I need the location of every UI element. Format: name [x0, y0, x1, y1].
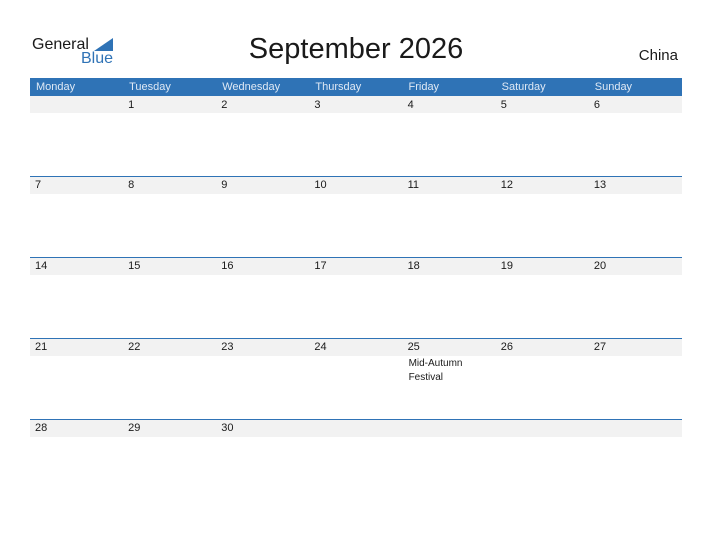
day-number: 10 — [314, 179, 327, 191]
day-cell: 26 — [496, 338, 589, 419]
country-label: China — [638, 47, 678, 64]
day-number: 13 — [593, 179, 607, 191]
day-cell: 24 — [309, 338, 402, 419]
day-number: 3 — [314, 99, 321, 111]
day-cell: 29 — [123, 419, 216, 500]
day-number: 29 — [128, 422, 141, 434]
day-cell: 30 — [216, 419, 309, 500]
week-row: 14 15 16 17 18 19 20 — [30, 257, 682, 338]
weekday-header: Monday Tuesday Wednesday Thursday Friday… — [30, 78, 682, 96]
week-row: 28 29 30 — [30, 419, 682, 500]
day-cell — [403, 419, 496, 500]
day-number: 6 — [593, 99, 600, 111]
day-number: 14 — [35, 260, 48, 272]
day-cell — [30, 96, 123, 177]
weekday-wednesday: Wednesday — [222, 81, 281, 93]
day-number: 16 — [221, 260, 234, 272]
day-number: 19 — [500, 260, 513, 272]
day-number: 20 — [593, 260, 607, 272]
day-cell: 28 — [30, 419, 123, 500]
day-number: 2 — [221, 99, 228, 111]
day-cell: 12 — [496, 176, 589, 257]
day-number: 7 — [35, 179, 42, 191]
day-cell: 10 — [309, 176, 402, 257]
day-cell: 7 — [30, 176, 123, 257]
day-cell: 6 — [589, 96, 682, 177]
day-cell: 1 — [123, 96, 216, 177]
day-cell: 21 — [30, 338, 123, 419]
day-cell: 9 — [216, 176, 309, 257]
day-number: 15 — [128, 260, 141, 272]
day-cell: 3 — [309, 96, 402, 177]
day-cell: 27 — [589, 338, 682, 419]
day-number: 21 — [35, 341, 48, 353]
day-number: 5 — [500, 99, 507, 111]
day-cell: 22 — [123, 338, 216, 419]
day-cell: 8 — [123, 176, 216, 257]
day-number: 11 — [407, 179, 419, 191]
day-cell: 18 — [403, 257, 496, 338]
day-number: 22 — [128, 341, 141, 353]
day-number: 28 — [35, 422, 48, 434]
day-cell — [309, 419, 402, 500]
week-row: 7 8 9 10 11 12 13 — [30, 176, 682, 257]
day-cell — [589, 419, 682, 500]
day-cell: 14 — [30, 257, 123, 338]
week-row: 1 2 3 4 5 6 — [30, 96, 682, 177]
day-cell — [496, 419, 589, 500]
day-number: 25 — [407, 341, 420, 353]
day-number: 23 — [221, 341, 234, 353]
day-cell: 15 — [123, 257, 216, 338]
day-cell: 25 Mid-Autumn Festival — [403, 338, 496, 419]
week-row: 21 22 23 24 25 Mid-Autumn Festival 26 27 — [30, 338, 682, 419]
day-number: 30 — [221, 422, 234, 434]
day-cell: 19 — [496, 257, 589, 338]
day-number: 27 — [593, 341, 607, 353]
day-cell: 13 — [589, 176, 682, 257]
day-cell: 4 — [403, 96, 496, 177]
day-number: 24 — [314, 341, 327, 353]
holiday-event: Mid-Autumn Festival — [408, 358, 463, 383]
day-number: 1 — [128, 99, 135, 111]
weekday-sunday: Sunday — [594, 81, 633, 93]
weekday-tuesday: Tuesday — [129, 81, 171, 93]
day-number: 26 — [500, 341, 513, 353]
day-cell: 17 — [309, 257, 402, 338]
day-number: 4 — [407, 99, 414, 111]
day-number: 8 — [128, 179, 135, 191]
day-cell: 5 — [496, 96, 589, 177]
day-cell: 20 — [589, 257, 682, 338]
day-number: 12 — [500, 179, 513, 191]
day-number: 9 — [221, 179, 228, 191]
weekday-monday: Monday — [36, 81, 76, 93]
weekday-saturday: Saturday — [501, 81, 546, 93]
day-cell: 11 — [403, 176, 496, 257]
day-cell: 16 — [216, 257, 309, 338]
day-cell: 2 — [216, 96, 309, 177]
weekday-friday: Friday — [408, 81, 440, 93]
weekday-thursday: Thursday — [315, 81, 362, 93]
day-number: 18 — [407, 260, 420, 272]
day-number: 17 — [314, 260, 327, 272]
day-cell: 23 — [216, 338, 309, 419]
calendar-title: September 2026 — [248, 33, 464, 65]
